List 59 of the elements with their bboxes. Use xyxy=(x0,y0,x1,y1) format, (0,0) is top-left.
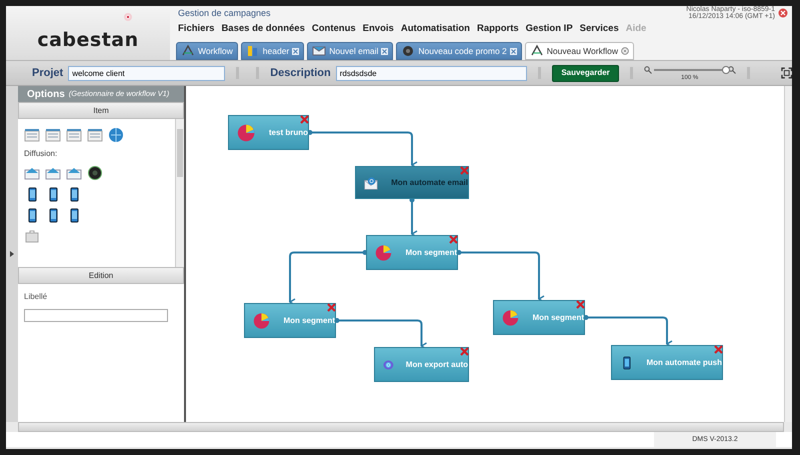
delete-icon[interactable] xyxy=(460,347,469,356)
tab[interactable]: Nouvel email xyxy=(307,42,394,60)
expand-handle-icon[interactable] xyxy=(9,250,15,258)
scrollbar[interactable] xyxy=(175,119,184,267)
delete-icon[interactable] xyxy=(300,115,309,124)
briefcase-icon[interactable] xyxy=(24,228,40,244)
field-label: Libellé xyxy=(24,291,48,303)
close-icon[interactable] xyxy=(381,48,388,54)
envelope-icon[interactable] xyxy=(45,165,61,181)
logo-dot-icon xyxy=(124,13,132,21)
form-icon[interactable] xyxy=(45,127,61,143)
close-icon[interactable] xyxy=(778,8,788,18)
menu-item[interactable]: Fichiers xyxy=(178,22,214,36)
breadcrumb: Gestion de campagnes xyxy=(178,7,271,20)
field-label: Description xyxy=(270,66,331,81)
scrollbar[interactable] xyxy=(18,422,784,432)
delete-icon[interactable] xyxy=(327,303,336,312)
delete-icon[interactable] xyxy=(714,345,723,354)
description-input-field[interactable]: rdsdsdsde xyxy=(336,66,528,80)
project-input-field[interactable]: welcome client xyxy=(68,66,226,80)
form-icon[interactable] xyxy=(24,127,40,143)
fit-screen-icon[interactable] xyxy=(780,67,792,79)
close-icon[interactable] xyxy=(510,48,517,54)
tab[interactable]: Nouveau code promo 2 xyxy=(396,42,522,60)
slider-thumb[interactable] xyxy=(722,66,730,74)
menu-item[interactable]: Bases de données xyxy=(221,22,305,36)
envelope-icon[interactable] xyxy=(24,165,40,181)
globe-icon[interactable] xyxy=(108,127,124,143)
dark-circle-icon xyxy=(401,44,416,58)
compass-icon xyxy=(530,44,544,58)
menu-item[interactable]: Gestion IP xyxy=(526,22,573,36)
zoom-out-icon[interactable] xyxy=(644,66,652,74)
close-icon[interactable] xyxy=(620,47,629,55)
scrollbar[interactable] xyxy=(784,86,792,422)
menu-item[interactable]: Services xyxy=(580,22,619,36)
dark-circle-icon[interactable] xyxy=(87,165,103,181)
panel-title: Options xyxy=(27,88,65,102)
accordion-header[interactable]: Edition xyxy=(18,267,184,284)
accordion-header[interactable]: Item xyxy=(18,102,184,119)
zoom-in-icon[interactable] xyxy=(728,66,736,74)
save-button[interactable]: Sauvegarder xyxy=(552,64,619,82)
menu-item[interactable]: Envois xyxy=(362,22,394,36)
group-label: Diffusion: xyxy=(24,148,58,160)
delete-icon[interactable] xyxy=(449,235,458,244)
close-icon[interactable] xyxy=(292,48,300,54)
menu-item[interactable]: Automatisation xyxy=(400,22,470,36)
envelope-icon xyxy=(312,44,326,58)
compass-icon xyxy=(181,44,195,58)
form-icon[interactable] xyxy=(87,127,103,143)
menu-item[interactable]: Rapports xyxy=(476,22,519,36)
menu-item[interactable]: Contenus xyxy=(312,22,356,36)
connector-arrow xyxy=(410,198,418,238)
field-label: Projet xyxy=(32,66,64,81)
logo: cabestan xyxy=(37,30,139,50)
delete-icon[interactable] xyxy=(576,300,585,309)
label-input-field[interactable] xyxy=(24,309,168,322)
tab[interactable]: Nouveau Workflow xyxy=(524,42,634,60)
form-icon[interactable] xyxy=(66,127,82,143)
envelope-icon[interactable] xyxy=(66,165,82,181)
